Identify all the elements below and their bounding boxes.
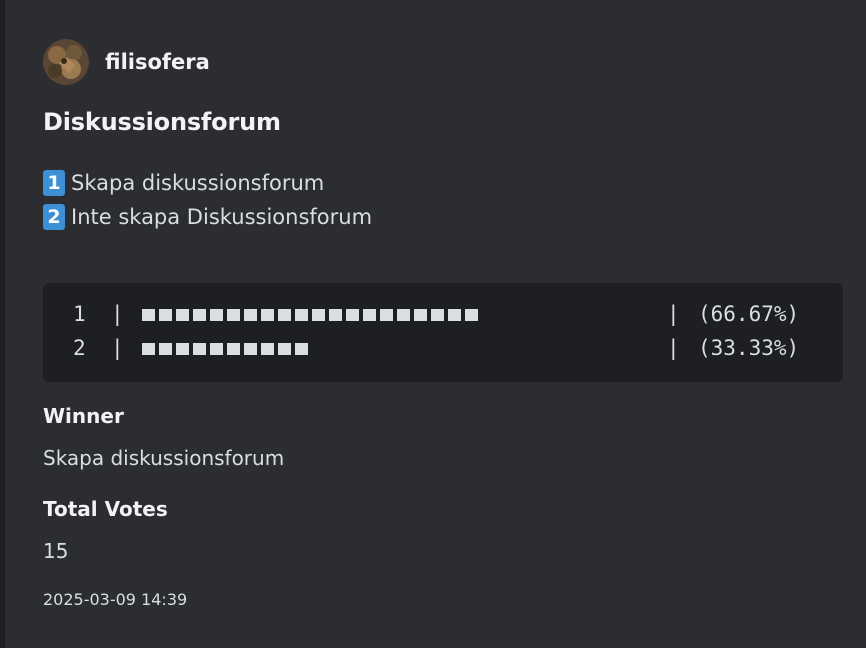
result-row: 2 | | (33.33%) — [43, 332, 843, 366]
result-bar-block — [448, 309, 461, 321]
results-codeblock: 1 | | (66.67%) 2 | | (33.33%) — [43, 283, 843, 382]
result-bar-block — [312, 309, 325, 321]
result-bar-block — [159, 309, 172, 321]
result-bar-block — [380, 309, 393, 321]
poll-options: 1 Skapa diskussionsforum 2 Inte skapa Di… — [43, 166, 372, 234]
poll-option-label: Skapa diskussionsforum — [71, 171, 325, 195]
result-percent: (33.33%) — [698, 336, 800, 360]
result-row: 1 | | (66.67%) — [43, 298, 843, 332]
result-separator: | — [111, 302, 124, 326]
keycap-one-icon: 1 — [43, 170, 65, 196]
result-bar-block — [142, 309, 155, 321]
result-bar-block — [244, 309, 257, 321]
result-bar-block — [295, 343, 308, 355]
result-bar-block — [278, 343, 291, 355]
result-bar-block — [227, 309, 240, 321]
result-bar-block — [261, 343, 274, 355]
poll-option: 2 Inte skapa Diskussionsforum — [43, 200, 372, 234]
result-number: 1 — [73, 302, 86, 326]
embed-title: Diskussionsforum — [43, 108, 281, 136]
avatar[interactable] — [43, 39, 89, 85]
field-total-votes-name: Total Votes — [43, 497, 168, 521]
result-bar-block — [261, 309, 274, 321]
result-bar-block — [431, 309, 444, 321]
poll-option: 1 Skapa diskussionsforum — [43, 166, 372, 200]
result-separator: | — [111, 336, 124, 360]
result-bar-block — [210, 309, 223, 321]
poll-embed: filisofera Diskussionsforum 1 Skapa disk… — [0, 0, 866, 648]
result-bar-block — [176, 309, 189, 321]
field-winner-value: Skapa diskussionsforum — [43, 446, 285, 470]
embed-author: filisofera — [43, 39, 210, 85]
poll-option-label: Inte skapa Diskussionsforum — [71, 205, 373, 229]
field-total-votes-value: 15 — [43, 539, 69, 563]
result-bar-block — [397, 309, 410, 321]
result-separator: | — [667, 336, 680, 360]
result-bar-block — [227, 343, 240, 355]
result-bar — [142, 343, 312, 357]
avatar-image — [43, 39, 89, 85]
result-separator: | — [667, 302, 680, 326]
result-bar-block — [142, 343, 155, 355]
result-bar-block — [176, 343, 189, 355]
result-bar-block — [159, 343, 172, 355]
result-number: 2 — [73, 336, 86, 360]
author-name[interactable]: filisofera — [105, 50, 210, 74]
result-bar-block — [414, 309, 427, 321]
result-bar-block — [244, 343, 257, 355]
result-percent: (66.67%) — [698, 302, 800, 326]
result-bar-block — [210, 343, 223, 355]
result-bar-block — [465, 309, 478, 321]
field-winner-name: Winner — [43, 404, 124, 428]
result-bar-block — [363, 309, 376, 321]
embed-timestamp: 2025-03-09 14:39 — [43, 590, 188, 609]
result-bar-block — [346, 309, 359, 321]
result-bar-block — [295, 309, 308, 321]
keycap-two-icon: 2 — [43, 204, 65, 230]
result-bar-block — [278, 309, 291, 321]
result-bar-block — [193, 309, 206, 321]
result-bar-block — [329, 309, 342, 321]
result-bar — [142, 309, 482, 323]
result-bar-block — [193, 343, 206, 355]
